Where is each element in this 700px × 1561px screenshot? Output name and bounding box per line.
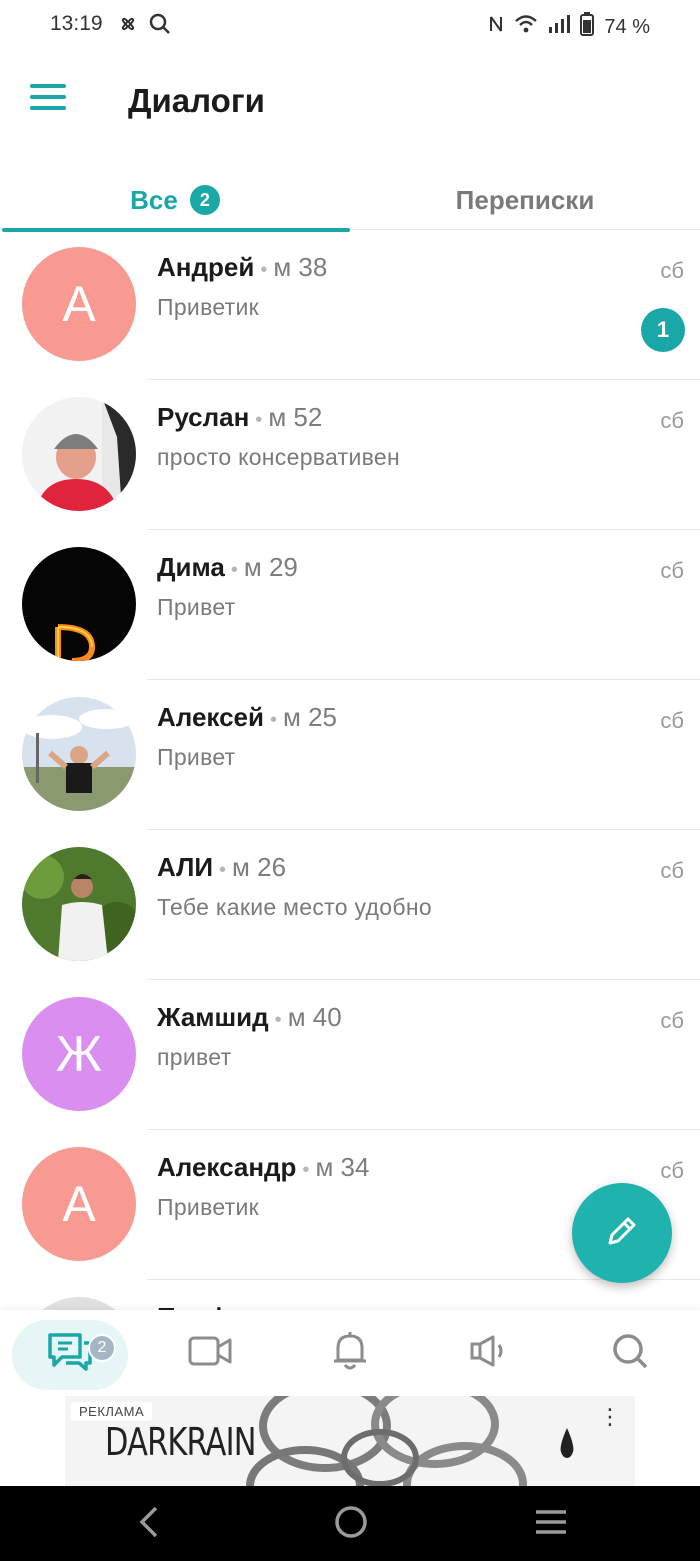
contact-meta: м 38: [273, 252, 328, 282]
contact-name: АЛИ: [157, 852, 214, 882]
compose-button[interactable]: [572, 1183, 672, 1283]
message-date: сб: [660, 408, 684, 433]
bottom-nav: 2: [0, 1310, 700, 1396]
dialog-list[interactable]: А Андрей • м 38 Приветик сб 1 Руслан • м 52 …: [0, 230, 700, 1310]
back-icon[interactable]: [136, 1502, 160, 1547]
system-nav-bar: [0, 1486, 700, 1561]
recents-icon[interactable]: [534, 1502, 568, 1547]
ad-brand: DARKRAIN: [105, 1420, 257, 1464]
dialogs-icon: [46, 1329, 94, 1378]
ad-more-button[interactable]: ⋮: [599, 1404, 621, 1430]
contact-name: Алексей: [157, 702, 264, 732]
avatar: А: [22, 1147, 136, 1261]
contact-meta: м 25: [283, 702, 338, 732]
avatar: А: [22, 247, 136, 361]
signal-icon: [548, 14, 571, 40]
status-time: 13:19: [50, 12, 103, 35]
pencil-icon: [602, 1211, 642, 1256]
dialog-row[interactable]: А Андрей • м 38 Приветик сб 1: [0, 230, 700, 380]
message-preview: Привет: [157, 744, 236, 770]
tab-chats-label: Переписки: [455, 184, 595, 215]
tab-all-label: Все: [130, 184, 178, 215]
message-date: сб: [660, 858, 684, 883]
ad-banner[interactable]: РЕКЛАМА DARKRAIN ⋮: [65, 1396, 635, 1486]
tab-chats[interactable]: Переписки: [350, 170, 700, 230]
nav-video[interactable]: [154, 1320, 266, 1386]
dialog-row[interactable]: Профиль удален: [0, 1280, 700, 1310]
message-date: сб: [660, 1158, 684, 1183]
avatar: [22, 1297, 136, 1310]
tab-all[interactable]: Все 2: [0, 170, 350, 232]
nfc-icon: [488, 14, 504, 40]
tab-bar: Все 2 Переписки: [0, 170, 700, 232]
contact-name: Жамшид: [157, 1002, 269, 1032]
contact-name: Дима: [157, 552, 225, 582]
avatar-photo: [22, 547, 136, 661]
battery-percent: 74 %: [604, 15, 650, 38]
message-preview: Тебе какие место удобно: [157, 894, 432, 920]
avatar-letter: А: [62, 1176, 96, 1232]
app-header: Диалоги: [0, 62, 700, 146]
contact-meta: м 26: [232, 852, 287, 882]
avatar-letter: Ж: [55, 1026, 103, 1082]
battery-icon: [580, 12, 595, 42]
avatar: Ж: [22, 997, 136, 1111]
avatar-photo: [22, 397, 136, 511]
menu-button[interactable]: [30, 84, 68, 114]
search-icon: [610, 1331, 650, 1376]
drop-icon: [557, 1426, 577, 1465]
contact-name: Александр: [157, 1152, 297, 1182]
home-icon[interactable]: [332, 1502, 370, 1547]
contact-meta: м 29: [243, 552, 298, 582]
message-date: сб: [660, 258, 684, 283]
message-date: сб: [660, 708, 684, 733]
nav-search[interactable]: [574, 1320, 686, 1386]
nav-dialogs[interactable]: 2: [14, 1320, 126, 1386]
ad-label: РЕКЛАМА: [71, 1402, 153, 1421]
nav-dialogs-badge: 2: [88, 1334, 116, 1362]
contact-meta: м 40: [287, 1002, 342, 1032]
status-bar: 13:19 74 %: [0, 0, 700, 52]
menu-icon: [30, 84, 66, 88]
video-icon: [187, 1334, 233, 1373]
message-preview: Приветик: [157, 1194, 260, 1220]
tab-all-badge: 2: [189, 185, 220, 215]
nav-broadcast[interactable]: [434, 1320, 546, 1386]
avatar-letter: А: [62, 276, 96, 332]
message-date: сб: [660, 558, 684, 583]
contact-meta: м 34: [315, 1152, 370, 1182]
dialog-row[interactable]: АЛИ • м 26 Тебе какие место удобно сб: [0, 830, 700, 980]
speaker-icon: [469, 1333, 511, 1374]
dialog-row[interactable]: Дима • м 29 Привет сб: [0, 530, 700, 680]
wifi-icon: [514, 14, 538, 40]
search-status-icon: [148, 12, 172, 41]
contact-meta: м 52: [268, 402, 323, 432]
message-preview: просто консервативен: [157, 444, 400, 470]
status-right: 74 %: [488, 12, 650, 42]
message-preview: Приветик: [157, 294, 260, 320]
dialog-row[interactable]: Руслан • м 52 просто консервативен сб: [0, 380, 700, 530]
message-preview: Привет: [157, 594, 236, 620]
dialog-row[interactable]: Алексей • м 25 Привет сб: [0, 680, 700, 830]
nav-notifications[interactable]: [294, 1320, 406, 1386]
contact-name: Руслан: [157, 402, 250, 432]
dialog-row[interactable]: Ж Жамшид • м 40 привет сб: [0, 980, 700, 1130]
contact-name: Андрей: [157, 252, 255, 282]
avatar-photo: [22, 697, 136, 811]
contact-name: Профиль удален: [157, 1302, 377, 1310]
fan-icon: [116, 12, 140, 41]
message-date: сб: [660, 1008, 684, 1033]
message-preview: привет: [157, 1044, 232, 1070]
page-title: Диалоги: [128, 82, 265, 119]
bell-icon: [330, 1330, 370, 1377]
avatar-photo: [22, 847, 136, 961]
unread-badge: 1: [641, 308, 685, 352]
